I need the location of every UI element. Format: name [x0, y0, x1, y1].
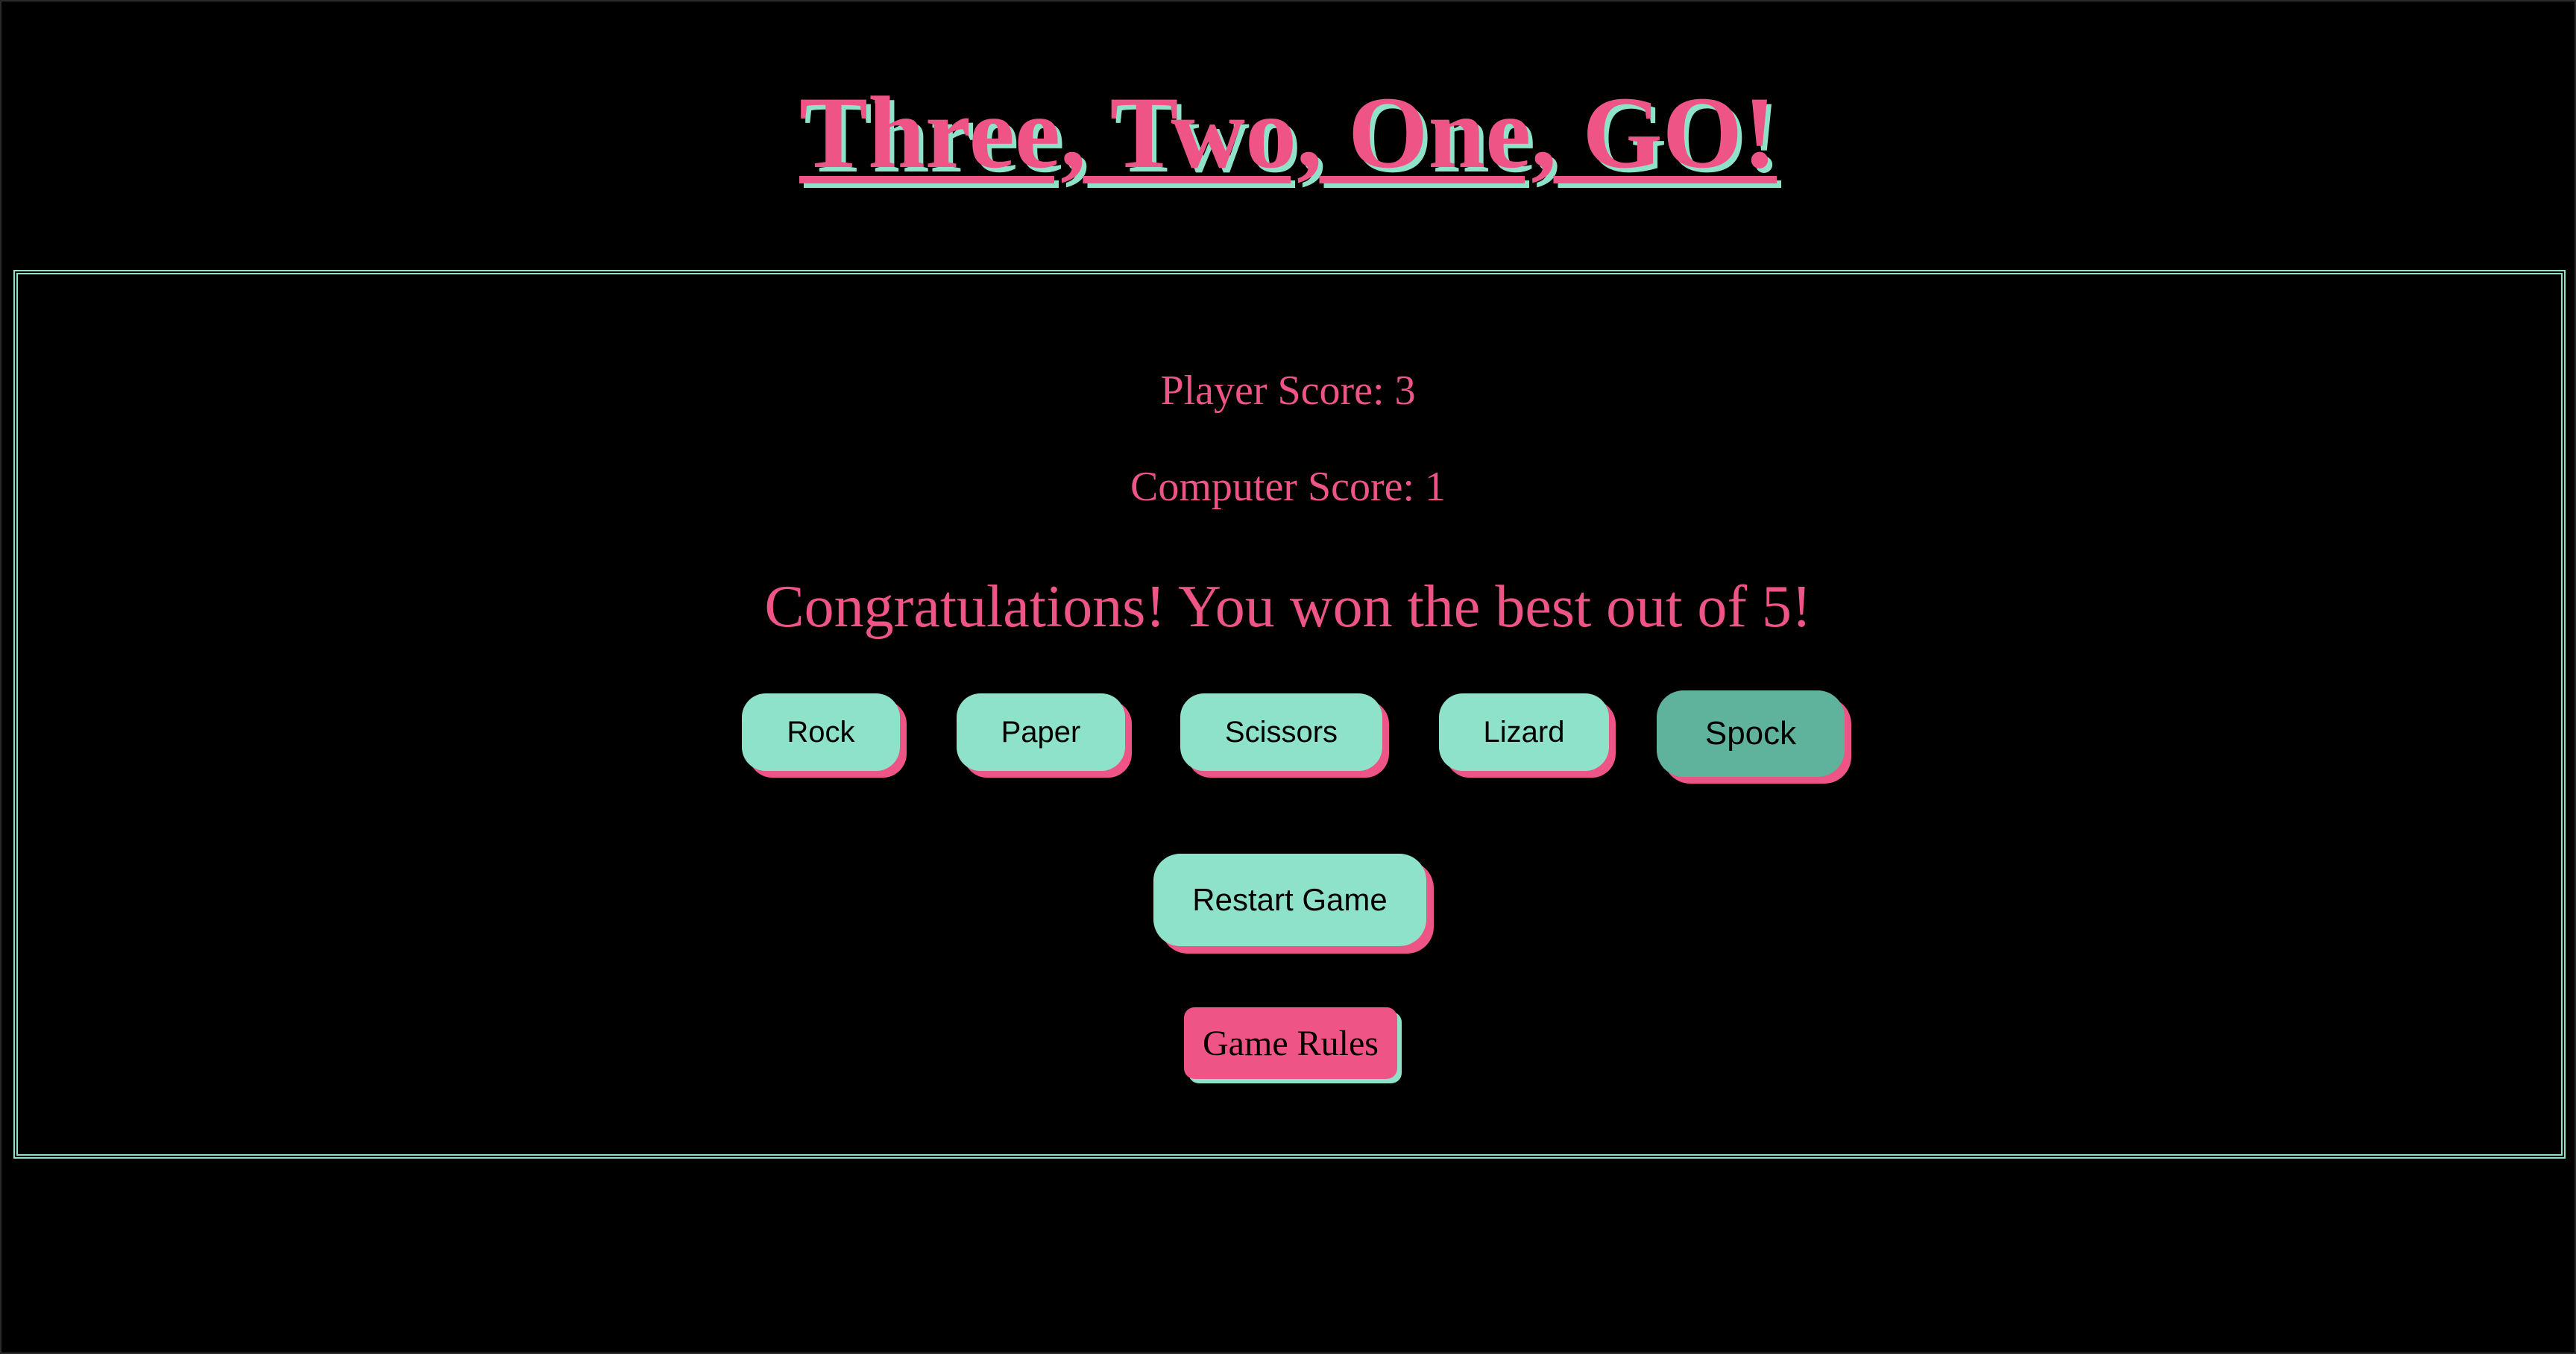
game-title: Three, Two, One, GO!	[799, 75, 1777, 189]
spock-button[interactable]: Spock	[1657, 690, 1845, 777]
scissors-button[interactable]: Scissors	[1180, 693, 1382, 771]
rock-button[interactable]: Rock	[742, 693, 900, 771]
lizard-button[interactable]: Lizard	[1439, 693, 1609, 771]
game-rules-button[interactable]: Game Rules	[1184, 1007, 1397, 1079]
result-message: Congratulations! You won the best out of…	[764, 574, 1812, 640]
restart-game-button[interactable]: Restart Game	[1153, 854, 1426, 946]
player-score: Player Score: 3	[1160, 368, 1416, 414]
paper-button[interactable]: Paper	[957, 693, 1125, 771]
computer-score: Computer Score: 1	[1130, 464, 1446, 510]
